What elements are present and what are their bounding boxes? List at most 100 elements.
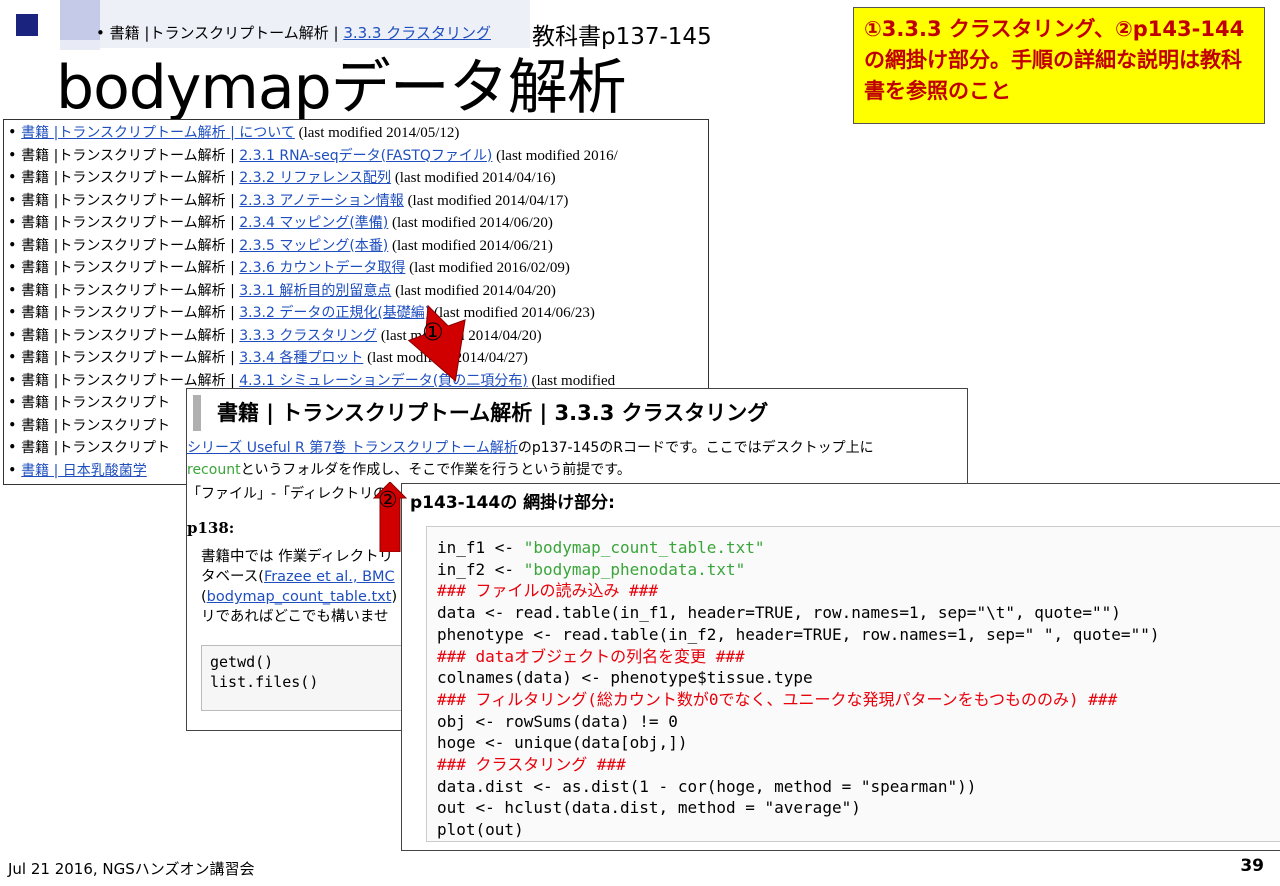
code-text: obj <- rowSums(data) != 0 bbox=[437, 711, 678, 731]
list-item-prefix: 書籍 |トランスクリプトーム解析 | bbox=[21, 215, 240, 231]
list-item: • 書籍 |トランスクリプトーム解析 | について (last modified… bbox=[8, 122, 459, 144]
breadcrumb-bullet: • bbox=[96, 24, 105, 42]
p138-text-4: リであればどこでも構いませ bbox=[201, 609, 389, 625]
code-heading: p143-144の 網掛け部分: bbox=[410, 493, 615, 513]
list-bullet: • bbox=[8, 462, 22, 479]
code-line: data <- read.table(in_f1, header=TRUE, r… bbox=[437, 602, 1280, 624]
code-line: data.dist <- as.dist(1 - cor(hoge, metho… bbox=[437, 776, 1280, 798]
list-item-link[interactable]: 3.3.3 クラスタリング bbox=[239, 328, 377, 344]
code-string: "bodymap_count_table.txt" bbox=[523, 538, 765, 557]
code-line: colnames(data) <- phenotype$tissue.type bbox=[437, 667, 1280, 689]
list-bullet: • bbox=[8, 372, 22, 389]
p138-text-2: タベース(Frazee et al., BMC bbox=[201, 567, 395, 587]
breadcrumb: • 書籍 |トランスクリプトーム解析 | 3.3.3 クラスタリング bbox=[96, 20, 491, 46]
list-item-prefix: 書籍 |トランスクリプトーム解析 | bbox=[21, 350, 240, 366]
code-string: "bodymap_phenodata.txt" bbox=[523, 559, 746, 579]
list-bullet: • bbox=[8, 282, 22, 299]
list-item: • 書籍 |トランスクリプトーム解析 | 2.3.2 リファレンス配列 (las… bbox=[8, 167, 556, 189]
list-item-prefix: 書籍 |トランスクリプト bbox=[21, 417, 171, 434]
list-item-modified: (last modified 2014/04/20) bbox=[391, 282, 556, 299]
code-text: hoge <- unique(data[obj,]) bbox=[437, 733, 688, 753]
breadcrumb-link[interactable]: 3.3.3 クラスタリング bbox=[343, 24, 491, 42]
code-text: plot(out) bbox=[437, 820, 524, 840]
list-item: • 書籍 |トランスクリプトーム解析 | 2.3.6 カウントデータ取得 (la… bbox=[8, 257, 570, 279]
code-text: data <- read.table(in_f1, header=TRUE, r… bbox=[437, 603, 1121, 623]
code-comment: ### dataオブジェクトの列名を変更 ### bbox=[437, 646, 745, 666]
list-item: • 書籍 |トランスクリプトーム解析 | 2.3.5 マッピング(本番) (la… bbox=[8, 235, 553, 257]
recount-link[interactable]: recount bbox=[187, 462, 241, 478]
code-text: in_f2 <- bbox=[437, 559, 524, 579]
list-item-link[interactable]: 4.3.1 シミュレーションデータ(負の二項分布) bbox=[239, 373, 527, 389]
list-item-prefix: 書籍 |トランスクリプトーム解析 | bbox=[21, 170, 240, 186]
list-item-link[interactable]: 3.3.1 解析目的別留意点 bbox=[239, 283, 391, 299]
list-item-prefix: 書籍 |トランスクリプトーム解析 | bbox=[21, 192, 240, 209]
intro-book-link[interactable]: シリーズ Useful R 第7巻 トランスクリプトーム解析 bbox=[187, 440, 518, 456]
list-item: • 書籍 |トランスクリプトーム解析 | 3.3.2 データの正規化(基礎編) … bbox=[8, 302, 595, 324]
code-comment: ### フィルタリング(総カウント数が0でなく、ユニークな発現パターンをもつもの… bbox=[437, 689, 1118, 709]
list-item-prefix: 書籍 |トランスクリプトーム解析 | bbox=[21, 147, 240, 164]
slide-title: bodymapデータ解析 bbox=[56, 53, 627, 123]
article-heading: 書籍 | トランスクリプトーム解析 | 3.3.3 クラスタリング bbox=[193, 395, 959, 431]
code-line: in_f1 <- "bodymap_count_table.txt" bbox=[437, 537, 1280, 559]
code-text: data.dist <- as.dist(1 - cor(hoge, metho… bbox=[437, 776, 977, 796]
p138-text-3: (bodymap_count_table.txt) bbox=[201, 587, 397, 607]
list-item-link[interactable]: 2.3.2 リファレンス配列 bbox=[239, 170, 391, 186]
list-item: • 書籍 |トランスクリプト bbox=[8, 392, 170, 414]
marker-1: ① bbox=[422, 318, 444, 346]
list-bullet: • bbox=[8, 125, 22, 141]
intro-line-2: recountというフォルダを作成し、そこで作業を行うという前提です。 bbox=[187, 459, 631, 481]
code-line: ### dataオブジェクトの列名を変更 ### bbox=[437, 646, 1280, 668]
code-line: obj <- rowSums(data) != 0 bbox=[437, 711, 1280, 733]
code-text: colnames(data) <- phenotype$tissue.type bbox=[437, 668, 813, 688]
list-item-link[interactable]: 3.3.4 各種プロット bbox=[239, 350, 363, 366]
list-bullet: • bbox=[8, 192, 22, 209]
code-comment: ### クラスタリング ### bbox=[437, 755, 626, 775]
list-item-link[interactable]: 書籍 |トランスクリプトーム解析 | について bbox=[21, 125, 295, 141]
list-item-link[interactable]: 2.3.3 アノテーション情報 bbox=[239, 193, 404, 209]
frazee-link[interactable]: Frazee et al., BMC bbox=[264, 569, 395, 585]
list-item: • 書籍 |トランスクリプトーム解析 | 3.3.1 解析目的別留意点 (las… bbox=[8, 280, 556, 302]
list-item: • 書籍 | 日本乳酸菌学 bbox=[8, 460, 147, 482]
list-item-link[interactable]: 書籍 | 日本乳酸菌学 bbox=[21, 463, 147, 479]
list-item-prefix: 書籍 |トランスクリプト bbox=[21, 440, 171, 456]
list-item-link[interactable]: 2.3.4 マッピング(準備) bbox=[239, 215, 388, 231]
code-line: phenotype <- read.table(in_f2, header=TR… bbox=[437, 624, 1280, 646]
p138-text-1: 書籍中では 作業ディレクトリ bbox=[201, 549, 394, 565]
list-item-modified: (last modified 2014/05/12) bbox=[294, 125, 460, 141]
list-item-link[interactable]: 2.3.6 カウントデータ取得 bbox=[239, 260, 405, 276]
code-text: phenotype <- read.table(in_f2, header=TR… bbox=[437, 624, 1160, 644]
list-bullet: • bbox=[8, 305, 22, 321]
list-bullet: • bbox=[8, 215, 22, 231]
list-bullet: • bbox=[8, 350, 22, 366]
decor-square-2 bbox=[60, 0, 100, 40]
list-bullet: • bbox=[8, 170, 22, 186]
list-bullet: • bbox=[8, 237, 22, 254]
list-item-prefix: 書籍 |トランスクリプトーム解析 | bbox=[21, 305, 240, 321]
list-item: • 書籍 |トランスクリプトーム解析 | 2.3.3 アノテーション情報 (la… bbox=[8, 190, 568, 212]
list-item-modified: (last modified 2014/04/17) bbox=[403, 192, 569, 209]
list-item-prefix: 書籍 |トランスクリプトーム解析 | bbox=[21, 372, 240, 389]
r-code-block: in_f1 <- "bodymap_count_table.txt" in_f2 … bbox=[426, 526, 1280, 842]
code-line: in_f2 <- "bodymap_phenodata.txt" bbox=[437, 559, 1280, 581]
footer-text: Jul 21 2016, NGSハンズオン講習会 bbox=[8, 860, 255, 878]
count-table-link[interactable]: bodymap_count_table.txt bbox=[207, 589, 392, 605]
list-item: • 書籍 |トランスクリプトーム解析 | 2.3.1 RNA-seqデータ(FA… bbox=[8, 145, 618, 167]
p138-text-3-post: ) bbox=[391, 589, 398, 605]
list-bullet: • bbox=[8, 440, 22, 456]
breadcrumb-prefix: 書籍 |トランスクリプトーム解析 | bbox=[109, 24, 344, 42]
list-item-modified: (last modified 2014/06/20) bbox=[388, 215, 553, 231]
code-text: in_f1 <- bbox=[437, 538, 524, 557]
list-item-modified: (last modified 2016/ bbox=[492, 147, 618, 164]
intro-line-3: 「ファイル」-「ディレクトリの bbox=[187, 486, 388, 502]
list-item: • 書籍 |トランスクリプト bbox=[8, 437, 170, 459]
list-item-link[interactable]: 2.3.5 マッピング(本番) bbox=[239, 238, 388, 254]
code-comment: ### ファイルの読み込み ### bbox=[437, 581, 659, 601]
p138-text-2-pre: タベース( bbox=[201, 569, 264, 585]
page-number: 39 bbox=[1240, 856, 1264, 876]
list-item-link[interactable]: 2.3.1 RNA-seqデータ(FASTQファイル) bbox=[239, 148, 492, 164]
callout-note: ①3.3.3 クラスタリング、②p143-144の網掛け部分。手順の詳細な説明は… bbox=[853, 7, 1265, 124]
list-bullet: • bbox=[8, 417, 22, 434]
list-item: • 書籍 |トランスクリプトーム解析 | 2.3.4 マッピング(準備) (la… bbox=[8, 212, 553, 234]
list-item-prefix: 書籍 |トランスクリプトーム解析 | bbox=[21, 260, 240, 276]
list-item-prefix: 書籍 |トランスクリプトーム解析 | bbox=[21, 237, 240, 254]
